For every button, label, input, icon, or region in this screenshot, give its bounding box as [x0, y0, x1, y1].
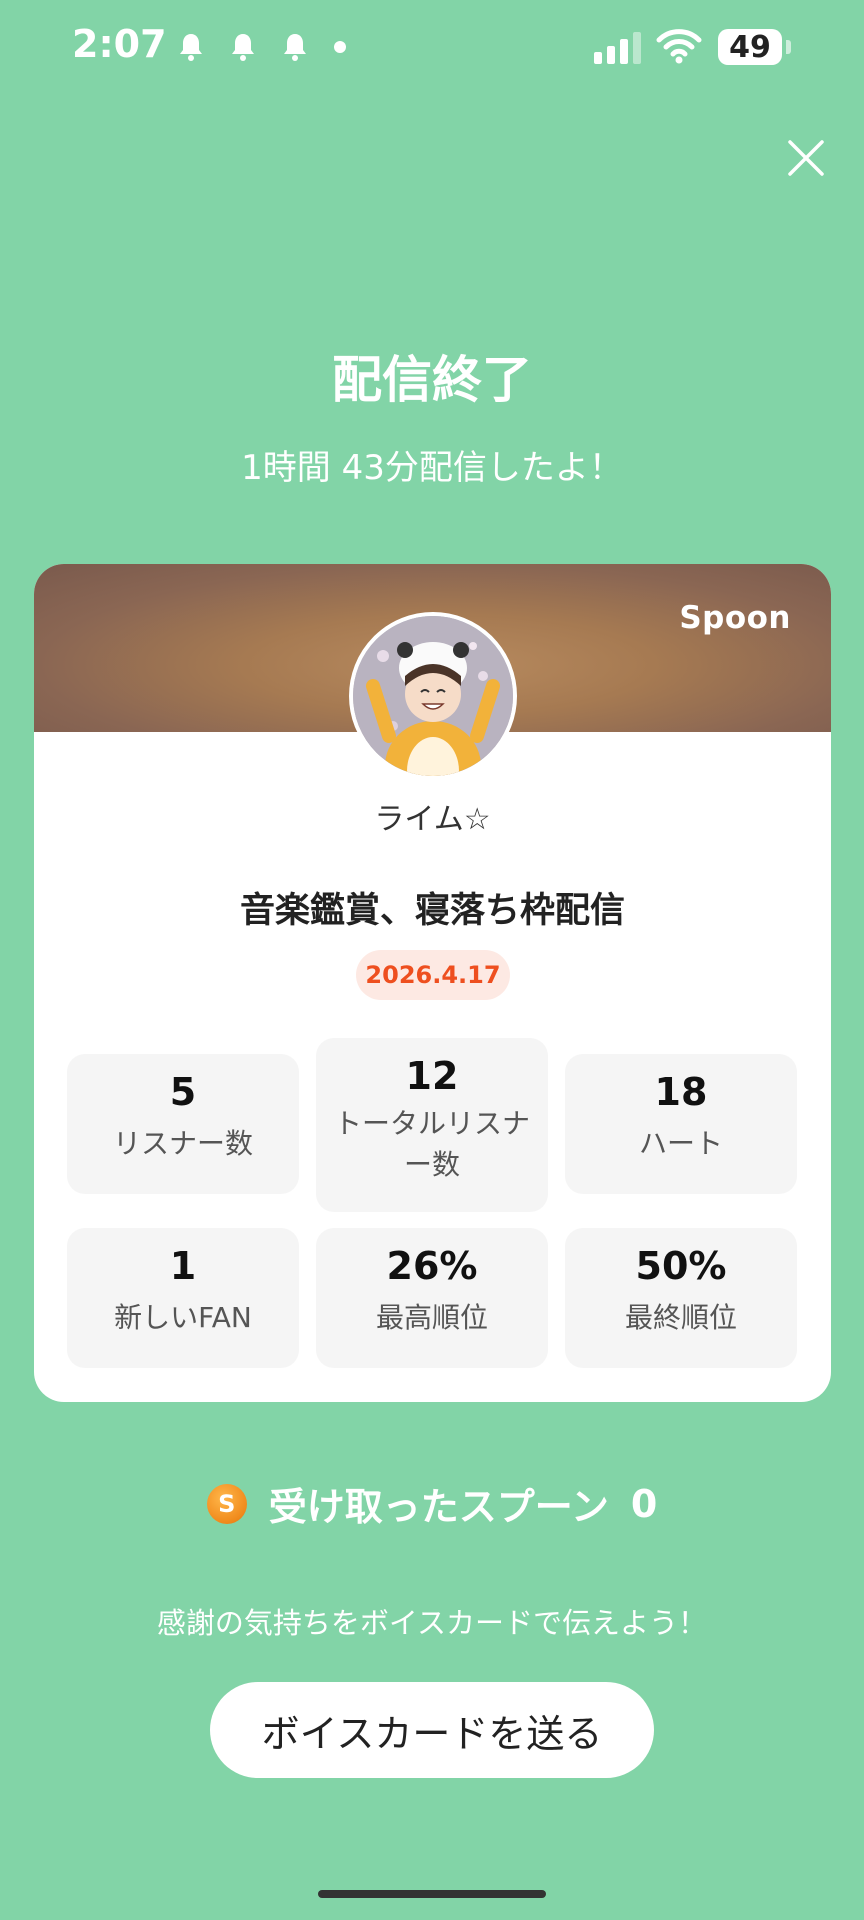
broadcast-summary-card: Spoon ライム☆ 音楽鑑賞、寝落ち枠配信 2026.4.17 5 リスナー数… — [34, 564, 831, 1402]
home-indicator — [318, 1890, 546, 1898]
stat-value: 5 — [169, 1070, 197, 1114]
battery-tip — [786, 40, 791, 54]
stat-value: 50% — [635, 1244, 727, 1288]
stat-value: 18 — [654, 1070, 708, 1114]
stat-value: 1 — [169, 1244, 197, 1288]
notification-icons — [178, 32, 346, 62]
stat-listeners: 5 リスナー数 — [67, 1054, 299, 1194]
stat-total-listeners: 12 トータルリスナー数 — [316, 1038, 548, 1212]
spoons-label: 受け取ったスプーン — [268, 1485, 609, 1529]
stream-title: 音楽鑑賞、寝落ち枠配信 — [239, 891, 625, 931]
thanks-message: 感謝の気持ちをボイスカードで伝えよう！ — [156, 1606, 708, 1640]
stat-value: 26% — [386, 1244, 478, 1288]
stat-new-fans: 1 新しいFAN — [67, 1228, 299, 1368]
spoons-received: S 受け取ったスプーン 0 — [0, 1476, 864, 1531]
more-notifications-dot-icon — [334, 41, 346, 53]
avatar-illustration — [353, 616, 513, 776]
bell-icon — [232, 34, 254, 61]
spoon-logo: Spoon — [679, 600, 791, 636]
stat-label: ハート — [638, 1127, 723, 1160]
stat-label: 新しいFAN — [114, 1301, 252, 1334]
avatar[interactable] — [349, 612, 517, 780]
status-time: 2:07 — [72, 22, 167, 66]
stat-label: 最終順位 — [624, 1301, 737, 1334]
stat-label: トータルリスナー数 — [334, 1107, 531, 1181]
broadcaster-name: ライム☆ — [374, 802, 491, 837]
bell-icon — [180, 34, 202, 61]
stat-final-rank: 50% 最終順位 — [565, 1228, 797, 1368]
close-icon[interactable] — [786, 138, 826, 178]
battery-indicator: 49 — [718, 29, 782, 65]
stat-label: 最高順位 — [375, 1301, 488, 1334]
date-badge: 2026.4.17 — [356, 950, 510, 1000]
stat-highest-rank: 26% 最高順位 — [316, 1228, 548, 1368]
bell-icon — [284, 34, 306, 61]
broadcast-duration: 1時間 43分配信したよ！ — [241, 448, 623, 488]
spoons-count: 0 — [630, 1481, 658, 1526]
cellular-signal-icon — [594, 30, 641, 64]
page-title: 配信終了 — [332, 351, 532, 409]
send-voice-card-button[interactable]: ボイスカードを送る — [210, 1682, 654, 1778]
spoon-coin-icon: S — [206, 1483, 247, 1524]
stat-value: 12 — [405, 1054, 459, 1098]
stat-label: リスナー数 — [112, 1127, 253, 1160]
wifi-icon — [656, 29, 702, 64]
stat-hearts: 18 ハート — [565, 1054, 797, 1194]
